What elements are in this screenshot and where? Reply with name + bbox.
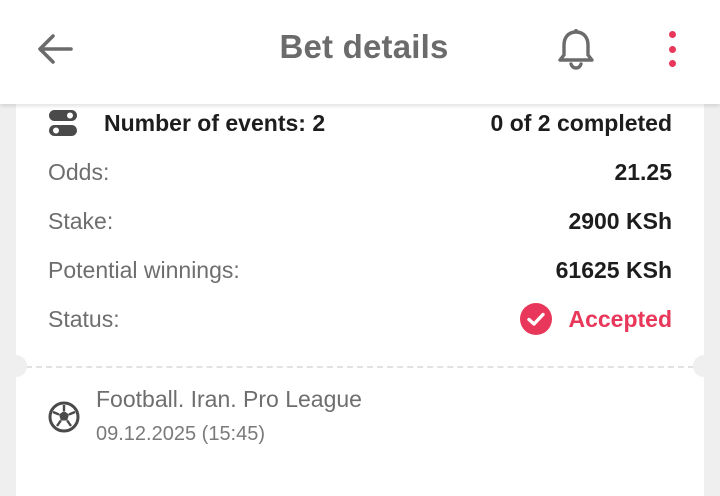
winnings-label: Potential winnings: <box>48 256 240 283</box>
more-menu-button[interactable] <box>656 28 688 70</box>
status-row: Status: Accepted <box>48 302 672 336</box>
odds-label: Odds: <box>48 158 110 185</box>
bell-icon <box>558 29 594 70</box>
odds-row: Odds: 21.25 <box>48 155 672 189</box>
event-league: Football. Iran. Pro League <box>96 386 362 412</box>
status-text: Accepted <box>568 305 672 332</box>
event-datetime: 09.12.2025 (15:45) <box>96 423 266 445</box>
ticket-notch-left <box>5 355 27 377</box>
toggles-icon <box>49 110 77 136</box>
status-badge: Accepted <box>520 303 672 335</box>
page-title: Bet details <box>279 28 449 65</box>
events-row: Number of events: 2 0 of 2 completed <box>48 106 672 140</box>
status-label: Status: <box>48 305 120 332</box>
stake-label: Stake: <box>48 207 114 234</box>
odds-value: 21.25 <box>614 158 672 185</box>
more-vertical-icon <box>668 31 676 38</box>
winnings-value: 61625 KSh <box>555 256 672 283</box>
ticket-notch-right <box>693 355 715 377</box>
dashed-divider <box>26 366 694 368</box>
stake-value: 2900 KSh <box>568 207 672 234</box>
events-count-label: Number of events: 2 <box>104 109 326 136</box>
events-progress: 0 of 2 completed <box>490 109 672 136</box>
stake-row: Stake: 2900 KSh <box>48 204 672 238</box>
football-icon <box>48 401 80 433</box>
notifications-button[interactable] <box>553 24 599 74</box>
app-header: Bet details <box>0 0 720 104</box>
check-circle-icon <box>520 303 553 335</box>
winnings-row: Potential winnings: 61625 KSh <box>48 253 672 287</box>
